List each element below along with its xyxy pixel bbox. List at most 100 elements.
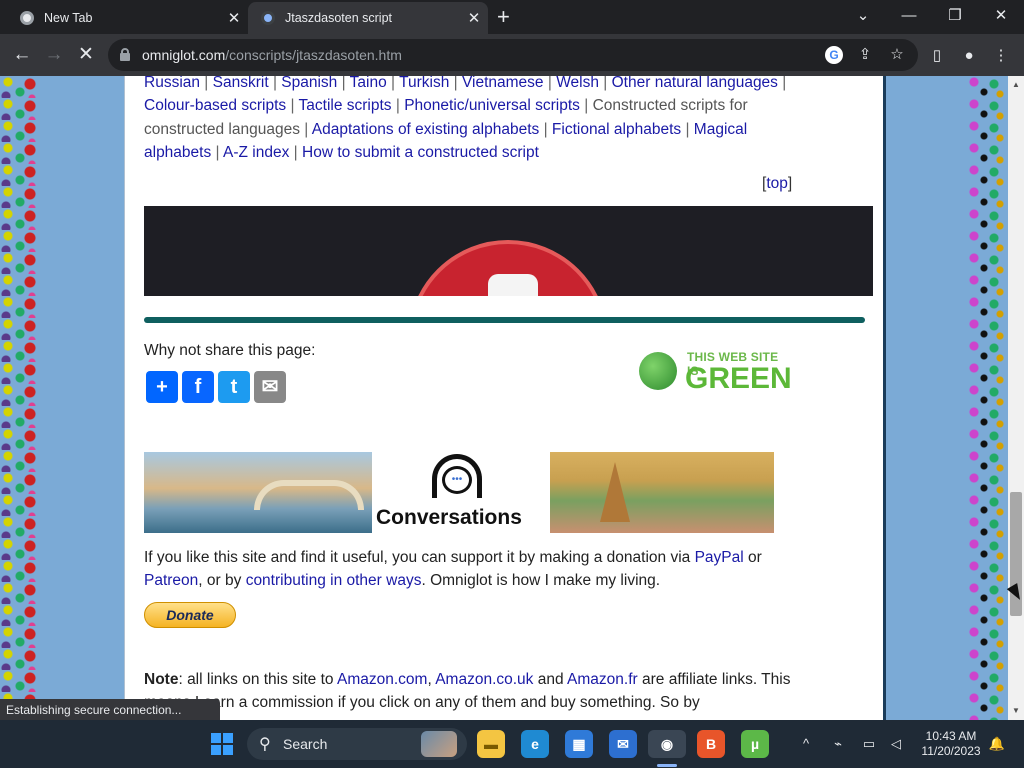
menu-kebab-icon[interactable]: ⋮: [991, 46, 1011, 66]
browser-window: New Tab ✕ Jtaszdasoten script ✕ + ⌄ — ❐ …: [0, 0, 1024, 768]
link-separator: |: [386, 76, 400, 91]
search-highlight-image: [421, 731, 457, 757]
tab-new-tab[interactable]: New Tab ✕: [0, 2, 248, 34]
microsoft-store-icon[interactable]: ▦: [565, 730, 593, 758]
forward-arrow-icon[interactable]: →: [41, 43, 67, 69]
nav-link[interactable]: Russian: [144, 76, 200, 91]
amazon-fr-link[interactable]: Amazon.fr: [567, 671, 638, 688]
link-separator: |: [289, 144, 303, 162]
utorrent-icon[interactable]: µ: [741, 730, 769, 758]
nav-link[interactable]: Phonetic/universal scripts: [404, 97, 580, 114]
section-divider: [144, 317, 865, 323]
amazon-uk-link[interactable]: Amazon.co.uk: [435, 671, 533, 688]
video-ad-banner[interactable]: [144, 206, 873, 296]
banner-hand-graphic: [488, 274, 538, 296]
link-separator: |: [579, 97, 593, 115]
network-icon[interactable]: ⌁: [829, 735, 847, 753]
conversations-title: Conversations: [376, 506, 522, 529]
nav-link[interactable]: A-Z index: [223, 144, 289, 161]
bookmark-star-icon[interactable]: ☆: [888, 46, 906, 64]
site-favicon-icon: [261, 11, 275, 25]
nav-link[interactable]: Other natural languages: [612, 76, 778, 91]
profile-icon[interactable]: ●: [959, 46, 979, 66]
url-text[interactable]: omniglot.com/conscripts/jtaszdasoten.htm: [142, 47, 402, 63]
email-icon[interactable]: ✉: [254, 371, 286, 403]
share-label: Why not share this page:: [144, 342, 316, 359]
share-icon[interactable]: ⇪: [856, 46, 874, 64]
edge-icon[interactable]: e: [521, 730, 549, 758]
link-separator: |: [286, 97, 299, 115]
link-separator: |: [598, 76, 612, 91]
page-viewport: Russian | Sanskrit | Spanish | Taino | T…: [0, 76, 1008, 720]
tab-title: New Tab: [44, 11, 93, 25]
paypal-link[interactable]: PayPal: [695, 549, 744, 566]
nav-link[interactable]: Fictional alphabets: [552, 121, 681, 138]
lock-icon[interactable]: [120, 48, 130, 61]
clock-time: 10:43 AM: [925, 729, 977, 743]
scroll-down-arrow-icon[interactable]: ▼: [1008, 704, 1024, 718]
vertical-scrollbar[interactable]: ▲ ▼: [1008, 76, 1024, 720]
mail-icon[interactable]: ✉: [609, 730, 637, 758]
nav-link[interactable]: Spanish: [281, 76, 337, 91]
donate-button[interactable]: Donate: [144, 602, 236, 628]
side-panel-icon[interactable]: ▯: [927, 46, 947, 66]
twitter-icon[interactable]: t: [218, 371, 250, 403]
patreon-link[interactable]: Patreon: [144, 572, 198, 589]
facebook-icon[interactable]: f: [182, 371, 214, 403]
minimize-button[interactable]: —: [886, 3, 932, 29]
file-explorer-icon[interactable]: ▬: [477, 730, 505, 758]
tab-search-dropdown-icon[interactable]: ⌄: [840, 3, 886, 29]
nav-link[interactable]: Colour-based scripts: [144, 97, 286, 114]
stop-loading-icon[interactable]: ✕: [73, 43, 99, 69]
new-tab-button[interactable]: +: [497, 5, 510, 29]
decorative-border-left: [0, 76, 40, 720]
link-separator: |: [777, 76, 787, 91]
notification-bell-icon[interactable]: 🔔: [988, 735, 1006, 753]
display-icon[interactable]: ▭: [860, 735, 878, 753]
link-separator: |: [543, 76, 557, 91]
tab-jtaszdasoten[interactable]: Jtaszdasoten script ✕: [248, 2, 488, 34]
restore-button[interactable]: ❐: [932, 3, 978, 29]
address-bar[interactable]: omniglot.com/conscripts/jtaszdasoten.htm…: [108, 39, 918, 71]
tab-close-icon[interactable]: ✕: [220, 9, 248, 27]
back-arrow-icon[interactable]: ←: [9, 43, 35, 69]
nav-link[interactable]: Adaptations of existing alphabets: [312, 121, 540, 138]
close-window-button[interactable]: ✕: [978, 3, 1024, 29]
tab-title: Jtaszdasoten script: [285, 11, 392, 25]
decorative-border-right: [966, 76, 1008, 720]
support-paragraph: If you like this site and find it useful…: [144, 549, 762, 589]
conversations-logo: ••• Conversations: [374, 452, 548, 533]
taskbar-clock[interactable]: 10:43 AM 11/20/2023: [915, 729, 987, 759]
link-separator: |: [337, 76, 350, 91]
nav-link[interactable]: Sanskrit: [213, 76, 269, 91]
top-link[interactable]: top: [766, 175, 788, 192]
badge-line2: GREEN: [685, 362, 792, 395]
link-separator: |: [268, 76, 282, 91]
top-link-container: [top]: [762, 175, 793, 192]
brave-icon[interactable]: B: [697, 730, 725, 758]
conversations-promo-banner[interactable]: ••• Conversations: [144, 452, 774, 533]
scroll-up-arrow-icon[interactable]: ▲: [1008, 78, 1024, 92]
amazon-com-link[interactable]: Amazon.com: [337, 671, 427, 688]
tab-close-icon[interactable]: ✕: [460, 9, 488, 27]
clock-date: 11/20/2023: [921, 744, 981, 758]
nav-link[interactable]: Turkish: [399, 76, 449, 91]
windows-taskbar: ⚲ Search ▬ e ▦ ✉ ◉ B µ ^ ⌁ ▭ ◁ 10:43 AM …: [0, 720, 1024, 768]
nav-link[interactable]: Vietnamese: [462, 76, 544, 91]
nav-link[interactable]: Taino: [350, 76, 387, 91]
nav-link[interactable]: How to submit a constructed script: [302, 144, 539, 161]
contributing-link[interactable]: contributing in other ways: [246, 572, 422, 589]
page-content: Russian | Sanskrit | Spanish | Taino | T…: [124, 76, 886, 720]
tray-overflow-chevron-icon[interactable]: ^: [797, 735, 815, 753]
green-website-badge[interactable]: THIS WEB SITE IS GREEN: [639, 348, 792, 408]
chrome-taskbar-icon[interactable]: ◉: [648, 730, 686, 758]
windows-start-button[interactable]: [211, 733, 233, 755]
addtoany-share-icon[interactable]: +: [146, 371, 178, 403]
nav-link[interactable]: Welsh: [556, 76, 599, 91]
affiliate-note: Note: all links on this site to Amazon.c…: [144, 671, 791, 711]
globe-leaf-icon: [639, 352, 677, 390]
taskbar-search-box[interactable]: ⚲ Search: [247, 728, 467, 760]
volume-icon[interactable]: ◁: [887, 735, 905, 753]
nav-link[interactable]: Tactile scripts: [299, 97, 392, 114]
google-lens-icon[interactable]: G: [825, 46, 843, 64]
